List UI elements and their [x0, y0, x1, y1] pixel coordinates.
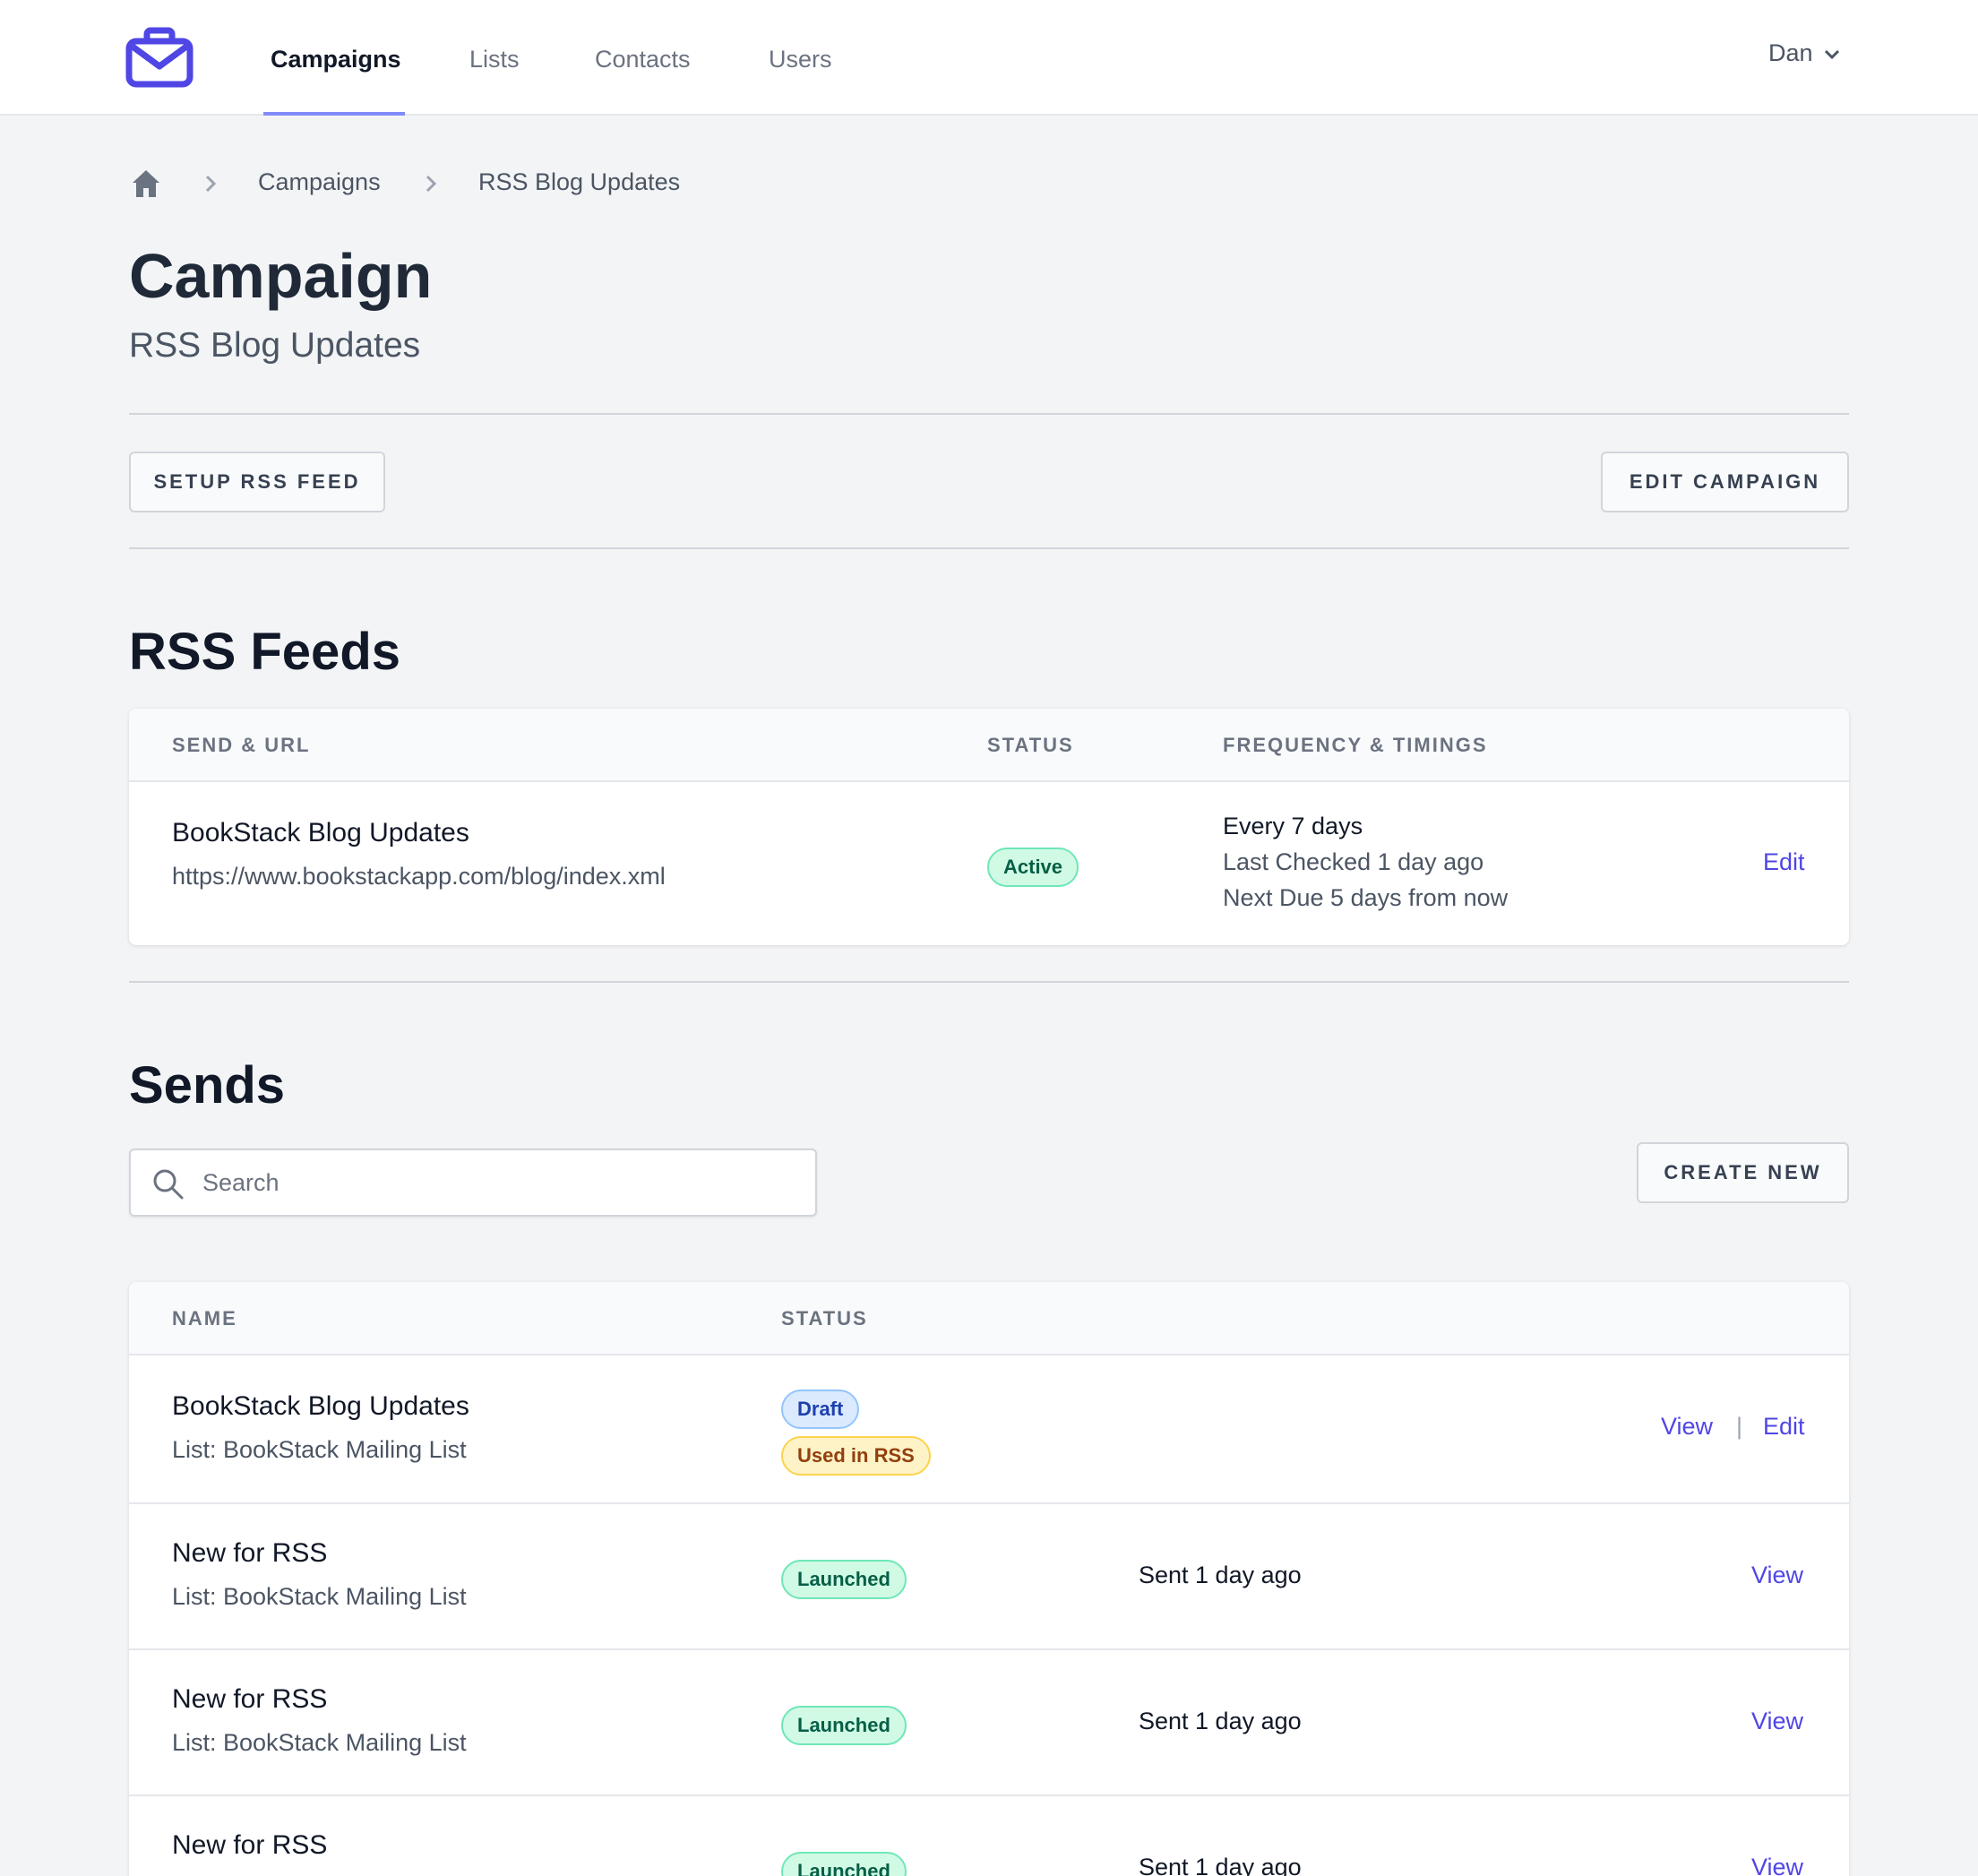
divider: [129, 413, 1849, 415]
status-badge: Active: [987, 848, 1079, 887]
feed-name: BookStack Blog Updates: [172, 818, 469, 848]
nav-contacts[interactable]: Contacts: [595, 0, 691, 116]
view-send-link[interactable]: View: [1751, 1854, 1803, 1876]
view-send-link[interactable]: View: [1661, 1413, 1713, 1441]
nav-users[interactable]: Users: [769, 0, 832, 116]
chevron-right-icon: [205, 175, 217, 193]
sent-time: Sent 1 day ago: [1139, 1708, 1302, 1734]
send-name: New for RSS: [172, 1538, 328, 1568]
feed-frequency: Every 7 days: [1223, 813, 1363, 839]
column-header: NAME: [172, 1307, 237, 1330]
table-row: New for RSS List: BookStack Mailing List…: [129, 1650, 1849, 1796]
page-subtitle: RSS Blog Updates: [129, 326, 421, 365]
link-separator: |: [1736, 1413, 1743, 1440]
divider: [129, 981, 1849, 983]
user-name: Dan: [1768, 39, 1813, 66]
column-header: STATUS: [781, 1307, 868, 1330]
send-name: New for RSS: [172, 1684, 328, 1714]
send-list: List: BookStack Mailing List: [172, 1729, 467, 1756]
page-title: Campaign: [129, 241, 433, 311]
search-input[interactable]: [202, 1150, 803, 1215]
column-header: FREQUENCY & TIMINGS: [1223, 734, 1488, 756]
status-badge-draft: Draft: [781, 1390, 860, 1429]
divider: [129, 547, 1849, 549]
edit-send-link[interactable]: Edit: [1763, 1413, 1805, 1441]
send-list: List: BookStack Mailing List: [172, 1436, 467, 1463]
rss-feeds-table: SEND & URL STATUS FREQUENCY & TIMINGS Bo…: [129, 709, 1849, 945]
nav-lists[interactable]: Lists: [469, 0, 520, 116]
table-header: NAME STATUS: [129, 1282, 1849, 1355]
edit-feed-link[interactable]: Edit: [1763, 848, 1805, 876]
search-field[interactable]: [129, 1149, 817, 1217]
status-badge-launched: Launched: [781, 1560, 907, 1599]
feed-url: https://www.bookstackapp.com/blog/index.…: [172, 863, 666, 890]
send-name: BookStack Blog Updates: [172, 1391, 469, 1421]
table-row: New for RSS List: BookStack Mailing List…: [129, 1504, 1849, 1650]
send-name: New for RSS: [172, 1830, 328, 1860]
search-icon: [153, 1169, 184, 1200]
table-row: BookStack Blog Updates https://www.books…: [129, 782, 1849, 945]
create-new-button[interactable]: CREATE NEW: [1637, 1142, 1849, 1203]
breadcrumb-current[interactable]: RSS Blog Updates: [478, 168, 680, 196]
chevron-right-icon: [426, 175, 437, 193]
status-badge-launched: Launched: [781, 1706, 907, 1745]
column-header: SEND & URL: [172, 734, 311, 756]
setup-rss-feed-button[interactable]: SETUP RSS FEED: [129, 452, 385, 512]
view-send-link[interactable]: View: [1751, 1708, 1803, 1735]
mail-briefcase-logo-icon[interactable]: [125, 27, 194, 88]
active-tab-indicator: [263, 112, 405, 116]
home-icon[interactable]: [131, 168, 161, 199]
status-badge-used-in-rss: Used in RSS: [781, 1436, 931, 1476]
view-send-link[interactable]: View: [1751, 1562, 1803, 1589]
sent-time: Sent 1 day ago: [1139, 1562, 1302, 1588]
send-list: List: BookStack Mailing List: [172, 1583, 467, 1610]
sends-heading: Sends: [129, 1056, 286, 1114]
sent-time: Sent 1 day ago: [1139, 1854, 1302, 1876]
feed-last-checked: Last Checked 1 day ago: [1223, 848, 1484, 875]
column-header: STATUS: [987, 734, 1074, 756]
breadcrumb-campaigns[interactable]: Campaigns: [258, 168, 381, 196]
table-row: New for RSS Launched Sent 1 day ago View: [129, 1796, 1849, 1876]
table-row: BookStack Blog Updates List: BookStack M…: [129, 1355, 1849, 1504]
feed-next-due: Next Due 5 days from now: [1223, 884, 1509, 911]
top-navigation: Campaigns Lists Contacts Users Dan: [0, 0, 1978, 116]
chevron-down-icon: [1824, 49, 1839, 59]
edit-campaign-button[interactable]: EDIT CAMPAIGN: [1601, 452, 1849, 512]
rss-feeds-heading: RSS Feeds: [129, 623, 400, 681]
nav-campaigns[interactable]: Campaigns: [271, 0, 401, 116]
table-header: SEND & URL STATUS FREQUENCY & TIMINGS: [129, 709, 1849, 782]
status-badge-launched: Launched: [781, 1852, 907, 1876]
user-menu[interactable]: Dan: [1768, 39, 1840, 67]
sends-table: NAME STATUS BookStack Blog Updates List:…: [129, 1282, 1849, 1876]
